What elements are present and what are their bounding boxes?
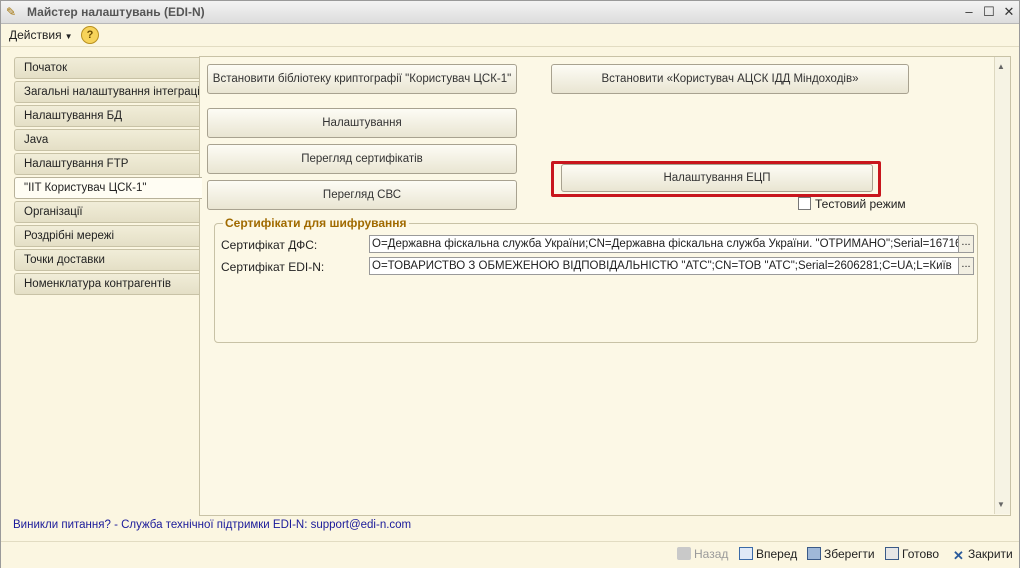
install-crypto-library-button[interactable]: Встановити бібліотеку криптографії "Кори…: [207, 64, 517, 94]
test-mode-label: Тестовий режим: [815, 197, 906, 211]
settings-button[interactable]: Налаштування: [207, 108, 517, 138]
checkbox-icon[interactable]: [798, 197, 811, 210]
wizard-tabs: Початок Загальні налаштування інтеграції…: [14, 57, 202, 297]
title-bar: ✎ Майстер налаштувань (EDI-N) – ☐ ✕: [1, 1, 1019, 24]
tab-delivery-points[interactable]: Точки доставки: [14, 249, 200, 271]
done-button[interactable]: Готово: [885, 547, 939, 561]
tab-counterparty-nomenclature[interactable]: Номенклатура контрагентів: [14, 273, 200, 295]
view-cvs-button[interactable]: Перегляд СВС: [207, 180, 517, 210]
edin-browse-button[interactable]: ...: [958, 257, 974, 275]
close-x-icon: ✕: [953, 548, 964, 563]
next-label: Вперед: [756, 547, 798, 561]
edin-certificate-label: Сертифікат EDI-N:: [221, 260, 325, 274]
dfs-browse-button[interactable]: ...: [958, 235, 974, 253]
maximize-icon[interactable]: ☐: [981, 4, 997, 20]
save-icon: [807, 547, 821, 560]
help-icon[interactable]: ?: [81, 26, 99, 44]
done-icon: [885, 547, 899, 560]
app-icon: ✎: [6, 5, 17, 19]
encryption-certificates-group: Сертифікати для шифрування Сертифікат ДФ…: [214, 216, 978, 343]
next-icon: [739, 547, 753, 560]
tab-db-settings[interactable]: Налаштування БД: [14, 105, 200, 127]
dfs-certificate-field[interactable]: O=Державна фіскальна служба України;CN=Д…: [369, 235, 959, 253]
back-label: Назад: [694, 547, 729, 561]
save-label: Зберегти: [824, 547, 875, 561]
menu-bar: Действия ▼ ?: [1, 24, 1019, 47]
close-icon[interactable]: ✕: [1001, 4, 1017, 20]
scroll-down-icon[interactable]: ▼: [997, 500, 1005, 509]
tab-retail-networks[interactable]: Роздрібні мережі: [14, 225, 200, 247]
window-title: Майстер налаштувань (EDI-N): [27, 5, 205, 19]
test-mode-checkbox[interactable]: Тестовий режим: [798, 197, 906, 211]
ecp-settings-button[interactable]: Налаштування ЕЦП: [561, 164, 873, 192]
install-acsk-button[interactable]: Встановити «Користувач АЦСК ІДД Міндоход…: [551, 64, 909, 94]
view-certificates-button[interactable]: Перегляд сертифікатів: [207, 144, 517, 174]
actions-menu[interactable]: Действия ▼: [9, 28, 73, 42]
edin-certificate-field[interactable]: O=ТОВАРИСТВО З ОБМЕЖЕНОЮ ВІДПОВІДАЛЬНІСТ…: [369, 257, 959, 275]
support-text[interactable]: Виникли питання? - Служба технічної підт…: [13, 519, 411, 531]
tab-start[interactable]: Початок: [14, 57, 200, 79]
dfs-certificate-label: Сертифікат ДФС:: [221, 238, 318, 252]
tab-general-integration[interactable]: Загальні налаштування інтеграції: [14, 81, 200, 103]
scroll-up-icon[interactable]: ▲: [997, 62, 1005, 71]
done-label: Готово: [902, 547, 940, 561]
tab-organizations[interactable]: Організації: [14, 201, 200, 223]
next-button[interactable]: Вперед: [739, 547, 797, 561]
tab-ftp-settings[interactable]: Налаштування FTP: [14, 153, 200, 175]
tab-java[interactable]: Java: [14, 129, 200, 151]
close-label: Закрити: [968, 547, 1013, 561]
tab-content-panel: Встановити бібліотеку криптографії "Кори…: [199, 56, 1011, 516]
group-title: Сертифікати для шифрування: [223, 216, 409, 230]
close-button[interactable]: ✕ Закрити: [953, 547, 1013, 562]
back-button[interactable]: Назад: [677, 547, 728, 561]
back-icon: [677, 547, 691, 560]
chevron-down-icon: ▼: [64, 32, 73, 41]
minimize-icon[interactable]: –: [961, 4, 977, 20]
settings-wizard-window: ✎ Майстер налаштувань (EDI-N) – ☐ ✕ Дейс…: [0, 0, 1020, 568]
save-button[interactable]: Зберегти: [807, 547, 875, 561]
bottom-action-bar: Назад Вперед Зберегти Готово ✕ Закрити: [1, 541, 1019, 568]
vertical-scrollbar[interactable]: ▲ ▼: [994, 57, 1010, 514]
actions-menu-label: Действия: [9, 28, 62, 42]
tab-iit-user[interactable]: "IIT Користувач ЦСК-1": [14, 177, 202, 199]
